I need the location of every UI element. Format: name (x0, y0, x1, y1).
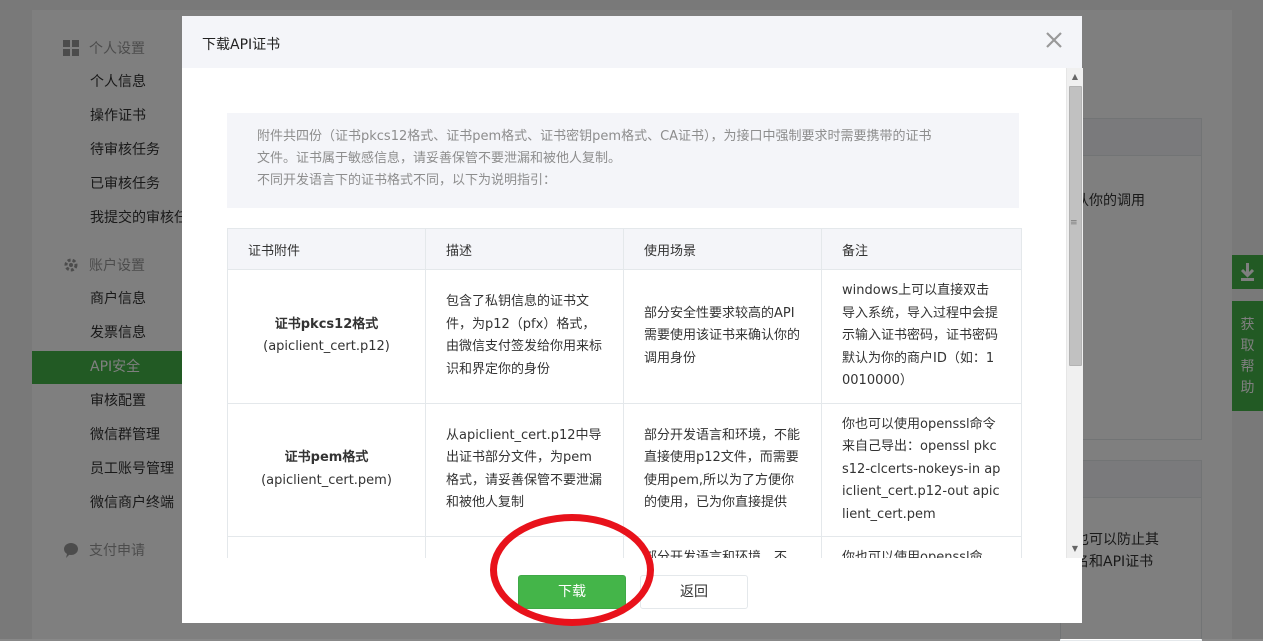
table-row: 证书pkcs12格式 (apiclient_cert.p12) 包含了私钥信息的… (227, 269, 1022, 404)
dialog-body: 附件共四份（证书pkcs12格式、证书pem格式、证书密钥pem格式、CA证书）… (182, 68, 1066, 558)
column-header: 备注 (821, 228, 1022, 270)
cert-name-cell: 证书pem格式 (apiclient_cert.pem) (227, 402, 426, 537)
cert-file: (apiclient_cert.pem) (261, 472, 392, 488)
cert-scene: 部分安全性要求较高的API需要使用该证书来确认你的调用身份 (623, 269, 822, 404)
cert-note: 你也可以使用openssl命 (821, 536, 1022, 558)
cert-desc: 包含了私钥信息的证书文件，为p12（pfx）格式，由微信支付签发给你用来标识和界… (425, 269, 624, 404)
column-header: 证书附件 (227, 228, 426, 270)
red-highlight-circle (490, 514, 654, 626)
cert-note: windows上可以直接双击导入系统，导入过程中会提示输入证书密码，证书密码默认… (821, 269, 1022, 404)
cert-name: 证书pem格式 (284, 450, 369, 466)
cert-table: 证书附件 描述 使用场景 备注 证书pkcs12格式 (apiclient_ce… (227, 228, 1022, 558)
dialog-title: 下载API证书 (202, 37, 281, 53)
column-header: 使用场景 (623, 228, 822, 270)
scroll-down-arrow-icon[interactable]: ▼ (1067, 542, 1083, 556)
back-button[interactable]: 返回 (640, 575, 748, 609)
dialog-scrollbar[interactable]: ▲ ≡ ▼ (1066, 68, 1083, 558)
cert-name: 证书pkcs12格式 (274, 316, 379, 332)
table-row: 证书pem格式 (apiclient_cert.pem) 从apiclient_… (227, 402, 1022, 537)
scrollbar-grip-icon: ≡ (1070, 218, 1078, 228)
cert-note: 你也可以使用openssl命令来自己导出：openssl pkcs12-clce… (821, 402, 1022, 537)
notice-line: 文件。证书属于敏感信息，请妥善保管不要泄漏和被他人复制。 (257, 151, 622, 166)
table-header-row: 证书附件 描述 使用场景 备注 (227, 228, 1022, 270)
cert-scene: 部分开发语言和环境，不能直接使用p12文件，而需要使用pem,所以为了方便你的使… (623, 402, 822, 537)
notice-box: 附件共四份（证书pkcs12格式、证书pem格式、证书密钥pem格式、CA证书）… (227, 113, 1019, 208)
close-icon[interactable] (1044, 30, 1064, 50)
scroll-up-arrow-icon[interactable]: ▲ (1067, 70, 1083, 84)
cert-scene: 部分开发语言和环境，不 (623, 536, 822, 558)
dialog-header: 下载API证书 (182, 16, 1082, 68)
cert-name-cell (227, 536, 426, 558)
cert-file: (apiclient_cert.p12) (263, 339, 390, 355)
notice-line: 附件共四份（证书pkcs12格式、证书pem格式、证书密钥pem格式、CA证书）… (257, 129, 932, 144)
column-header: 描述 (425, 228, 624, 270)
notice-line: 不同开发语言下的证书格式不同，以下为说明指引： (257, 173, 557, 188)
cert-name-cell: 证书pkcs12格式 (apiclient_cert.p12) (227, 269, 426, 404)
